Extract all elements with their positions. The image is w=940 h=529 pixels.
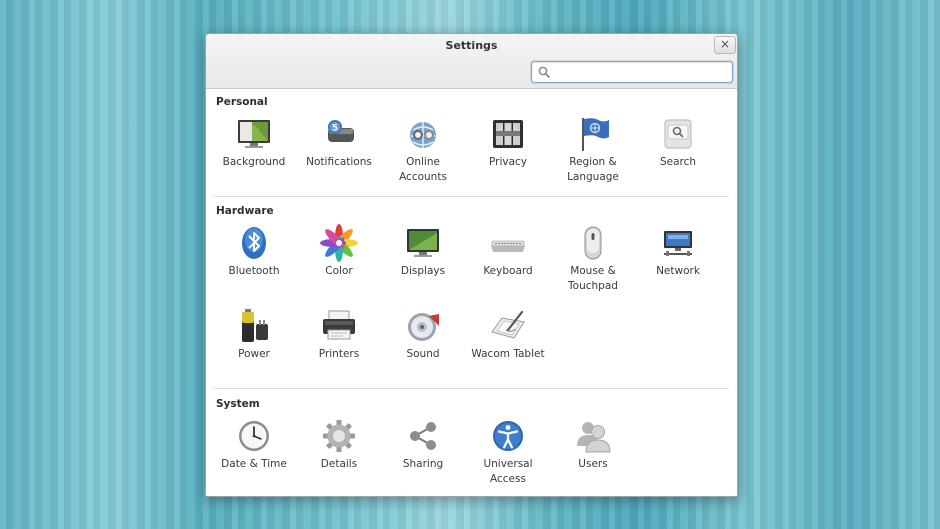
item-network[interactable]: Network — [636, 223, 720, 279]
wacom-tablet-icon — [491, 310, 525, 339]
section-divider — [213, 196, 729, 197]
item-search[interactable]: Search — [636, 114, 720, 170]
background-icon — [238, 120, 270, 148]
item-background[interactable]: Background — [212, 114, 296, 170]
item-privacy[interactable]: Privacy — [466, 114, 550, 170]
universal-access-icon — [493, 421, 523, 451]
settings-window: Settings × Personal Background 5 Notific… — [205, 33, 738, 497]
notifications-icon: 5 — [328, 120, 354, 142]
item-label-details: Details — [320, 458, 358, 470]
item-printers[interactable]: Printers — [297, 306, 381, 362]
search-box[interactable] — [531, 61, 733, 83]
item-label-color: Color — [325, 265, 353, 277]
item-region-language[interactable]: Region & Language — [551, 114, 635, 185]
item-label-displays: Displays — [400, 265, 446, 277]
item-label-online-accounts: Online Accounts — [399, 156, 447, 183]
item-label-search: Search — [659, 156, 697, 168]
item-power[interactable]: Power — [212, 306, 296, 362]
search-input[interactable] — [554, 63, 730, 82]
search-icon — [538, 66, 550, 78]
share-icon — [410, 422, 436, 450]
item-bluetooth[interactable]: Bluetooth — [212, 223, 296, 279]
item-keyboard[interactable]: Keyboard — [466, 223, 550, 279]
color-icon — [320, 224, 358, 262]
item-label-power: Power — [238, 348, 270, 360]
search-settings-icon — [664, 119, 692, 149]
keyboard-icon — [491, 240, 525, 252]
region-flag-icon — [582, 118, 609, 151]
bluetooth-icon — [242, 227, 266, 259]
section-title-system: System — [216, 398, 260, 410]
item-label-keyboard: Keyboard — [483, 265, 533, 277]
sound-icon — [408, 313, 439, 341]
item-color[interactable]: Color — [297, 223, 381, 279]
item-mouse-touchpad[interactable]: Mouse & Touchpad — [551, 223, 635, 294]
item-label-network: Network — [656, 265, 700, 277]
item-users[interactable]: Users — [551, 416, 635, 472]
privacy-icon — [493, 120, 523, 148]
window-title: Settings — [445, 39, 498, 52]
item-label-region-language: Region & Language — [567, 156, 619, 183]
item-notifications[interactable]: 5 Notifications — [297, 114, 381, 170]
item-date-time[interactable]: Date & Time — [212, 416, 296, 472]
item-label-mouse-touchpad: Mouse & Touchpad — [568, 265, 618, 292]
item-sound[interactable]: Sound — [381, 306, 465, 362]
section-divider — [213, 388, 729, 389]
titlebar: Settings × — [206, 34, 737, 89]
item-label-privacy: Privacy — [488, 156, 528, 168]
item-label-sound: Sound — [406, 348, 440, 360]
clock-icon — [239, 421, 269, 451]
item-label-background: Background — [222, 156, 286, 168]
item-label-users: Users — [578, 458, 608, 470]
item-sharing[interactable]: Sharing — [381, 416, 465, 472]
network-icon — [664, 231, 692, 256]
svg-text:5: 5 — [332, 124, 338, 134]
item-displays[interactable]: Displays — [381, 223, 465, 279]
close-button[interactable]: × — [714, 36, 736, 54]
power-icon — [242, 309, 268, 342]
printer-icon — [323, 310, 355, 340]
item-online-accounts[interactable]: Online Accounts — [381, 114, 465, 185]
item-label-bluetooth: Bluetooth — [228, 265, 280, 277]
item-universal-access[interactable]: Universal Access — [466, 416, 550, 487]
item-wacom-tablet[interactable]: Wacom Tablet — [466, 306, 550, 362]
mouse-icon — [584, 226, 602, 260]
displays-icon — [407, 229, 439, 257]
item-label-notifications: Notifications — [306, 156, 372, 168]
item-label-sharing: Sharing — [402, 458, 444, 470]
item-label-universal-access: Universal Access — [483, 458, 533, 485]
item-label-date-time: Date & Time — [221, 458, 287, 470]
gear-icon — [323, 420, 355, 452]
section-title-hardware: Hardware — [216, 205, 274, 217]
section-title-personal: Personal — [216, 96, 268, 108]
item-details[interactable]: Details — [297, 416, 381, 472]
item-label-wacom-tablet: Wacom Tablet — [471, 348, 545, 360]
online-accounts-icon — [410, 122, 436, 148]
users-icon — [577, 422, 611, 453]
item-label-printers: Printers — [318, 348, 360, 360]
